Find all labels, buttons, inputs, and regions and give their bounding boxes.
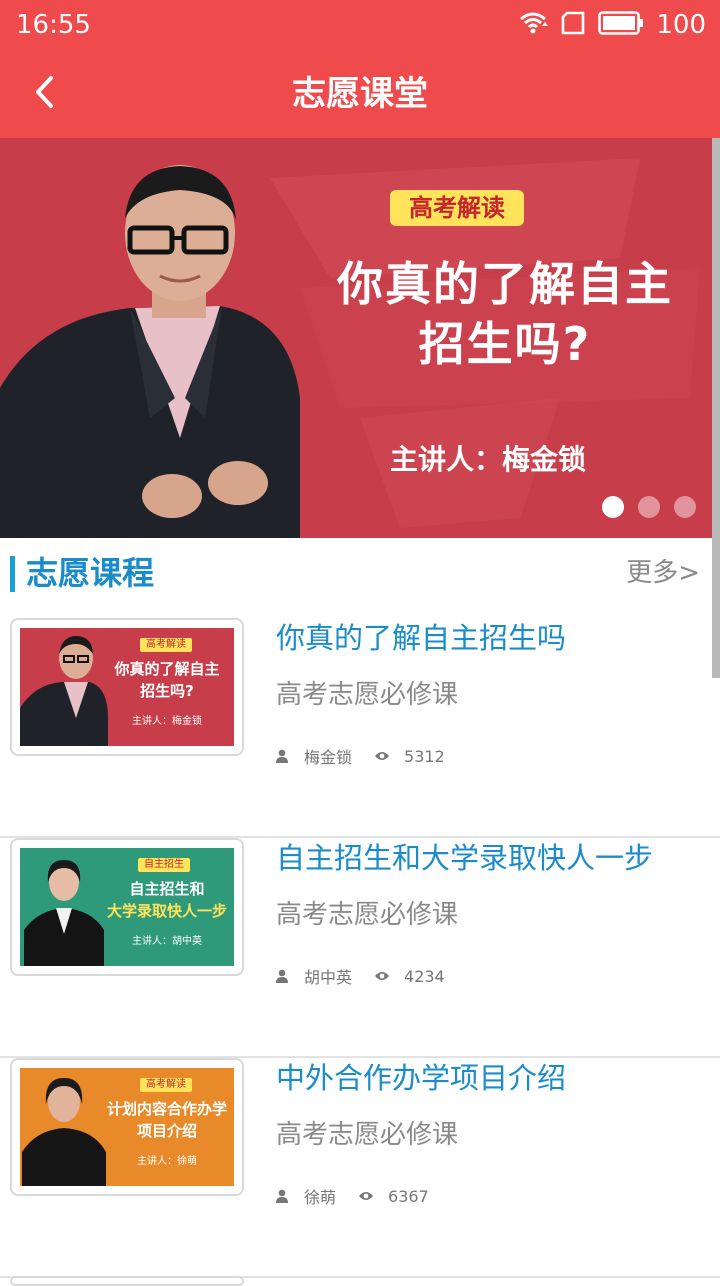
page-title: 志愿课堂 [292, 74, 428, 114]
carousel-dot[interactable] [602, 496, 624, 518]
status-icons: 100 [518, 8, 706, 42]
banner-carousel[interactable]: 高考解读 你真的了解自主 招生吗? 主讲人：梅金锁 [0, 138, 720, 538]
banner-tag: 高考解读 [390, 190, 524, 226]
course-views: 4234 [404, 966, 445, 986]
wifi-icon [518, 10, 549, 40]
section-header: 志愿课程 更多> [0, 540, 712, 606]
status-bar: 16:55 100 [0, 0, 720, 50]
eye-icon [374, 968, 390, 984]
thumbnail-speaker: 主讲人：胡中英 [132, 936, 202, 947]
course-thumbnail-image: 高考解读 你真的了解自主 招生吗? 主讲人：梅金锁 [20, 628, 234, 746]
eye-icon [358, 1188, 374, 1204]
banner-speaker: 主讲人：梅金锁 [390, 443, 587, 476]
status-time: 16:55 [16, 10, 91, 40]
course-meta: 胡中英 4234 [274, 962, 445, 990]
course-subtitle: 高考志愿必修课 [276, 680, 459, 710]
course-thumbnail[interactable]: 自主招生 自主招生和 大学录取快人一步 主讲人：胡中英 [10, 838, 244, 976]
battery-level: 100 [656, 10, 706, 40]
course-meta: 徐萌 6367 [274, 1182, 429, 1210]
app-bar: 志愿课堂 [0, 50, 720, 138]
course-thumbnail[interactable]: 高考解读 你真的了解自主 招生吗? 主讲人：梅金锁 [10, 618, 244, 756]
scrollbar[interactable] [712, 138, 720, 678]
thumbnail-tag: 高考解读 [140, 1078, 192, 1092]
person-icon [274, 1188, 290, 1204]
carousel-dot[interactable] [674, 496, 696, 518]
thumbnail-title-line1: 自主招生和 [129, 880, 205, 898]
section-accent-bar [10, 556, 15, 592]
course-title[interactable]: 你真的了解自主招生吗 [276, 618, 566, 658]
person-icon [274, 968, 290, 984]
thumbnail-title-line1: 计划内容合作办学 [106, 1100, 227, 1118]
course-item[interactable]: 高考解读 计划内容合作办学 项目介绍 主讲人：徐萌 中外合作办学项目介绍 高考志… [0, 1058, 720, 1278]
course-thumbnail[interactable]: 高考解读 计划内容合作办学 项目介绍 主讲人：徐萌 [10, 1058, 244, 1196]
course-meta: 梅金锁 5312 [274, 742, 445, 770]
carousel-dot[interactable] [638, 496, 660, 518]
course-views: 6367 [388, 1186, 429, 1206]
thumbnail-title-line2: 招生吗? [140, 682, 194, 700]
battery-icon [598, 10, 644, 40]
course-author: 胡中英 [304, 968, 353, 987]
course-title[interactable]: 中外合作办学项目介绍 [276, 1058, 566, 1098]
speaker-photo [20, 636, 108, 746]
thumbnail-title-line2: 项目介绍 [136, 1122, 197, 1140]
eye-icon [374, 748, 390, 764]
carousel-indicator[interactable] [602, 496, 696, 518]
course-title[interactable]: 自主招生和大学录取快人一步 [276, 838, 653, 878]
thumbnail-speaker: 主讲人：梅金锁 [132, 716, 202, 727]
course-author: 梅金锁 [304, 748, 353, 767]
thumbnail-tag: 自主招生 [138, 858, 190, 872]
course-subtitle: 高考志愿必修课 [276, 1120, 459, 1150]
course-item[interactable]: 自主招生 自主招生和 大学录取快人一步 主讲人：胡中英 自主招生和大学录取快人一… [0, 838, 720, 1058]
section-title: 志愿课程 [26, 554, 155, 592]
thumbnail-title-line2: 大学录取快人一步 [106, 902, 227, 920]
banner-title-line2: 招生吗? [418, 317, 592, 371]
banner-title-line1: 你真的了解自主 [337, 257, 673, 311]
thumbnail-speaker: 主讲人：徐萌 [137, 1156, 197, 1167]
course-subtitle: 高考志愿必修课 [276, 900, 459, 930]
speaker-photo [0, 165, 300, 538]
course-item[interactable]: 高考解读 你真的了解自主 招生吗? 主讲人：梅金锁 你真的了解自主招生吗 高考志… [0, 618, 720, 838]
course-author: 徐萌 [304, 1188, 337, 1207]
sim-card-icon [560, 10, 586, 40]
course-thumbnail-image: 高考解读 计划内容合作办学 项目介绍 主讲人：徐萌 [20, 1068, 234, 1186]
speaker-photo [24, 860, 104, 966]
thumbnail-title-line1: 你真的了解自主 [114, 660, 220, 678]
thumbnail-tag: 高考解读 [140, 638, 192, 652]
course-thumbnail-image: 自主招生 自主招生和 大学录取快人一步 主讲人：胡中英 [20, 848, 234, 966]
speaker-photo [22, 1078, 106, 1186]
more-link[interactable]: 更多> [626, 554, 700, 592]
person-icon [274, 748, 290, 764]
course-views: 5312 [404, 746, 445, 766]
course-thumbnail-partial[interactable] [10, 1276, 244, 1286]
